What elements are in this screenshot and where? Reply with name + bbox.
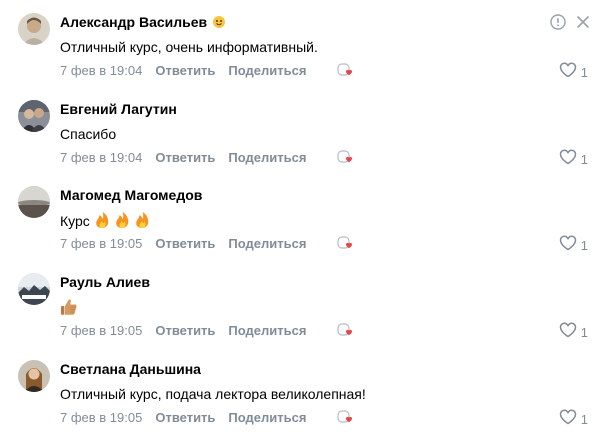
reply-button[interactable]: Ответить bbox=[155, 150, 215, 165]
reaction-heart-icon[interactable] bbox=[337, 409, 357, 427]
comment-text: Курс bbox=[60, 211, 154, 233]
like-count: 1 bbox=[580, 151, 588, 167]
like-button[interactable]: 1 bbox=[559, 62, 588, 83]
comment-author[interactable]: Магомед Магомедов bbox=[60, 187, 202, 203]
reply-button[interactable]: Ответить bbox=[155, 323, 215, 338]
share-button[interactable]: Поделиться bbox=[228, 236, 306, 251]
heart-outline-icon bbox=[559, 235, 577, 256]
comment-item: Александр Васильев Отличный курс, очень … bbox=[0, 0, 606, 88]
fire-emoji-row bbox=[94, 211, 154, 233]
comment-meta: 7 фев в 19:05 Ответить Поделиться bbox=[60, 323, 306, 339]
comment-time[interactable]: 7 фев в 19:04 bbox=[60, 63, 142, 78]
comment-author[interactable]: Рауль Алиев bbox=[60, 274, 150, 290]
fire-emoji bbox=[115, 212, 128, 228]
heart-outline-icon bbox=[559, 322, 577, 343]
avatar[interactable] bbox=[18, 360, 50, 392]
share-button[interactable]: Поделиться bbox=[228, 323, 306, 338]
comment-item: Светлана Даньшина Отличный курс, подача … bbox=[0, 347, 606, 435]
comment-meta: 7 фев в 19:05 Ответить Поделиться bbox=[60, 236, 306, 252]
comment-author[interactable]: Светлана Даньшина bbox=[60, 361, 201, 377]
author-name[interactable]: Светлана Даньшина bbox=[60, 361, 201, 377]
comment-text: Отличный курс, очень информативный. bbox=[60, 39, 318, 55]
exclamation-circle-icon[interactable] bbox=[550, 14, 566, 35]
comment-time[interactable]: 7 фев в 19:05 bbox=[60, 323, 142, 338]
like-count: 1 bbox=[580, 64, 588, 80]
reply-button[interactable]: Ответить bbox=[155, 63, 215, 78]
like-count: 1 bbox=[580, 324, 588, 340]
comment-item: Евгений Лагутин Спасибо 7 фев в 19:04 Отв… bbox=[0, 87, 606, 175]
comment-text: Спасибо bbox=[60, 126, 117, 142]
comment-author[interactable]: Александр Васильев bbox=[60, 14, 226, 32]
share-button[interactable]: Поделиться bbox=[228, 63, 306, 78]
comment-text: Отличный курс, подача лектора великолепн… bbox=[60, 386, 366, 402]
reaction-heart-icon[interactable] bbox=[337, 149, 357, 167]
comment-time[interactable]: 7 фев в 19:05 bbox=[60, 410, 142, 425]
like-count: 1 bbox=[580, 237, 588, 253]
reaction-heart-icon[interactable] bbox=[337, 322, 357, 340]
reaction-heart-icon[interactable] bbox=[337, 235, 357, 253]
comment-meta: 7 фев в 19:04 Ответить Поделиться bbox=[60, 63, 306, 79]
close-icon[interactable] bbox=[576, 15, 590, 34]
comment-time[interactable]: 7 фев в 19:05 bbox=[60, 236, 142, 251]
author-name[interactable]: Александр Васильев bbox=[60, 14, 207, 30]
like-count: 1 bbox=[580, 411, 588, 427]
heart-outline-icon bbox=[559, 409, 577, 430]
comment-actions bbox=[540, 14, 590, 35]
author-name[interactable]: Магомед Магомедов bbox=[60, 187, 202, 203]
fire-emoji bbox=[95, 212, 108, 228]
like-button[interactable]: 1 bbox=[559, 149, 588, 170]
fire-emoji bbox=[135, 212, 148, 228]
reply-button[interactable]: Ответить bbox=[155, 236, 215, 251]
avatar[interactable] bbox=[18, 273, 50, 305]
like-button[interactable]: 1 bbox=[559, 322, 588, 343]
comment-time[interactable]: 7 фев в 19:04 bbox=[60, 150, 142, 165]
share-button[interactable]: Поделиться bbox=[228, 410, 306, 425]
thumbs-up-emoji bbox=[60, 298, 78, 320]
comment-author[interactable]: Евгений Лагутин bbox=[60, 101, 177, 117]
reaction-heart-icon[interactable] bbox=[337, 62, 357, 80]
author-name[interactable]: Евгений Лагутин bbox=[60, 101, 177, 117]
share-button[interactable]: Поделиться bbox=[228, 150, 306, 165]
like-button[interactable]: 1 bbox=[559, 409, 588, 430]
avatar[interactable] bbox=[18, 13, 50, 45]
heart-outline-icon bbox=[559, 149, 577, 170]
comment-item: Магомед Магомедов Курс 7 фев в 19:05 Отв… bbox=[0, 173, 606, 261]
avatar[interactable] bbox=[18, 186, 50, 218]
comment-text-content: Курс bbox=[60, 213, 90, 229]
emoji-badge-icon bbox=[212, 15, 226, 32]
heart-outline-icon bbox=[559, 62, 577, 83]
author-name[interactable]: Рауль Алиев bbox=[60, 274, 150, 290]
avatar[interactable] bbox=[18, 100, 50, 132]
comment-text bbox=[60, 298, 78, 320]
like-button[interactable]: 1 bbox=[559, 235, 588, 256]
comment-item: Рауль Алиев 7 фев в 19:05 Ответить Поделит… bbox=[0, 260, 606, 348]
comment-meta: 7 фев в 19:04 Ответить Поделиться bbox=[60, 150, 306, 166]
comment-meta: 7 фев в 19:05 Ответить Поделиться bbox=[60, 410, 306, 426]
reply-button[interactable]: Ответить bbox=[155, 410, 215, 425]
